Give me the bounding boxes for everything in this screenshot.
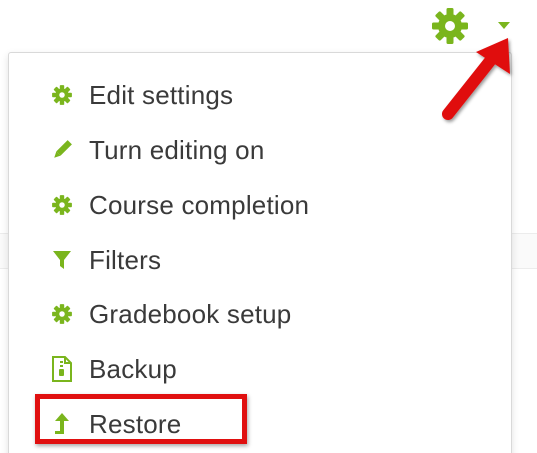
gear-icon — [49, 301, 75, 327]
backup-file-icon — [49, 356, 75, 382]
menu-item-course-completion[interactable]: Course completion — [49, 187, 309, 223]
annotation-arrow-icon — [442, 38, 510, 120]
menu-item-label: Course completion — [89, 189, 310, 220]
menu-item-label: Turn editing on — [89, 134, 265, 165]
menu-item-label: Edit settings — [89, 79, 234, 110]
menu-item-turn-editing-on[interactable]: Turn editing on — [49, 132, 264, 168]
menu-item-backup[interactable]: Backup — [49, 351, 177, 387]
backup-highlight-box — [35, 394, 247, 444]
menu-item-gradebook-setup[interactable]: Gradebook setup — [49, 296, 291, 332]
menu-item-label: Gradebook setup — [89, 298, 292, 329]
screenshot-stage: Edit settings Turn editing on Course com… — [0, 0, 537, 453]
filter-icon — [49, 247, 75, 273]
menu-item-filters[interactable]: Filters — [49, 242, 161, 278]
gear-icon — [49, 192, 75, 218]
menu-item-label: Backup — [89, 353, 177, 384]
pencil-icon — [49, 137, 75, 163]
gear-icon — [49, 82, 75, 108]
menu-item-label: Filters — [89, 244, 162, 275]
menu-item-edit-settings[interactable]: Edit settings — [49, 77, 233, 113]
